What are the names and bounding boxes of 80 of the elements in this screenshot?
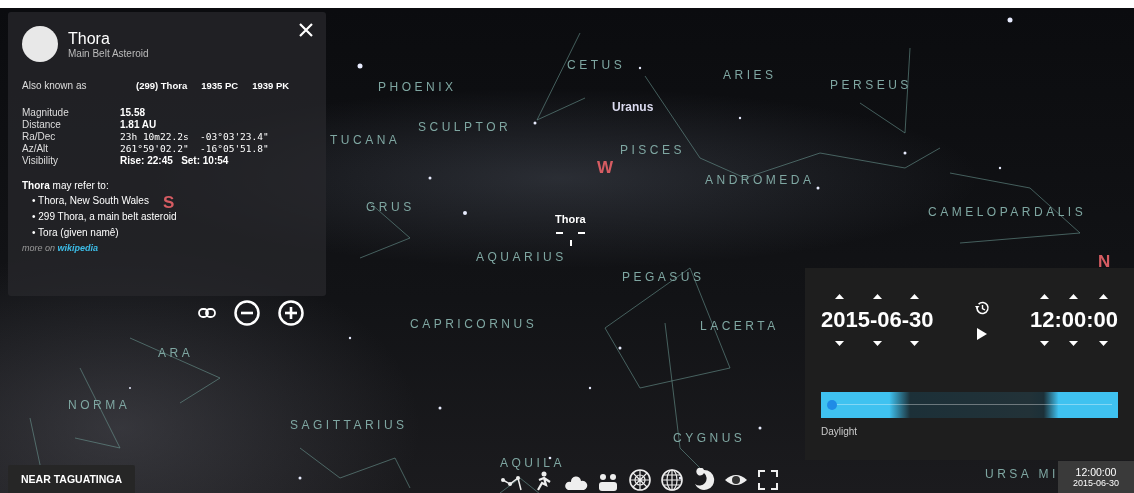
- target-reticle-icon: [556, 232, 586, 246]
- planet-label: Uranus: [612, 100, 654, 114]
- alias-name: 1939 PK: [252, 80, 290, 91]
- disambiguation-item: • Thora, New South Wales: [32, 194, 149, 208]
- object-title: Thora: [68, 29, 111, 48]
- property-value: 15.58: [120, 107, 147, 118]
- constellation-label: TUCANA: [330, 133, 401, 147]
- property-label: Distance: [22, 119, 62, 130]
- object-thumbnail: [22, 26, 58, 62]
- decrease-button[interactable]: [1098, 341, 1108, 346]
- increase-button[interactable]: [1098, 294, 1108, 299]
- property-value: 23h 10m22.2s -03°03'23.4": [120, 131, 270, 142]
- compass-direction-label: S: [163, 193, 175, 212]
- fullscreen-icon[interactable]: [756, 468, 780, 492]
- wikipedia-link[interactable]: wikipedia: [57, 243, 99, 253]
- globe-grid-icon[interactable]: [660, 468, 684, 492]
- disambiguation-text: Thora may refer to:: [22, 180, 110, 191]
- aliases-label: Also known as: [22, 80, 88, 91]
- constellation-label: ARIES: [723, 68, 777, 82]
- zoom-out-button[interactable]: [234, 300, 260, 326]
- decrease-button[interactable]: [872, 341, 882, 346]
- grid-wheel-icon[interactable]: [628, 468, 652, 492]
- alias-name: (299) Thora: [136, 80, 188, 91]
- slider-thumb[interactable]: [826, 400, 837, 410]
- alias-name: 1935 PC: [201, 80, 239, 91]
- constellation-label: PEGASUS: [622, 270, 705, 284]
- constellation-label: SCULPTOR: [418, 120, 512, 134]
- property-label: Magnitude: [22, 107, 70, 118]
- close-button[interactable]: [298, 22, 314, 38]
- increase-button[interactable]: [1069, 294, 1079, 299]
- increase-button[interactable]: [1040, 294, 1050, 299]
- constellation-label: CYGNUS: [673, 431, 746, 445]
- object-type: Main Belt Asteroid: [68, 47, 149, 59]
- constellation-label: AQUILA: [500, 456, 565, 470]
- constellation-label: ANDROMEDA: [705, 173, 815, 187]
- property-value: 1.81 AU: [120, 119, 158, 130]
- object-label: Thora: [555, 213, 586, 225]
- date-value: 2015-06-30: [821, 306, 934, 334]
- increase-button[interactable]: [835, 294, 845, 299]
- disambiguation-item: • Tora (given namê): [32, 226, 119, 240]
- constellation-label: PERSEUS: [830, 78, 912, 92]
- history-icon[interactable]: [973, 300, 990, 316]
- increase-button[interactable]: [910, 294, 920, 299]
- property-label: Az/Alt: [22, 143, 50, 154]
- constellation-label: PHOENIX: [378, 80, 457, 94]
- constellation-label: ARA: [158, 346, 194, 360]
- property-label: Visibility: [22, 155, 59, 166]
- constellation-label: URSA MI: [985, 467, 1059, 481]
- location-button[interactable]: NEAR TAGUATINGA: [8, 465, 136, 493]
- play-button[interactable]: [975, 328, 988, 340]
- constellation-label: AQUARIUS: [476, 250, 567, 264]
- zoom-in-button[interactable]: [278, 300, 304, 326]
- constellation-label: CAPRICORNUS: [410, 317, 538, 331]
- increase-button[interactable]: [872, 294, 882, 299]
- source-prefix: more on: [22, 243, 56, 253]
- disambiguation-item: • 299 Thora, a main belt asteroid: [32, 210, 177, 224]
- constellation-label: LACERTA: [700, 319, 779, 333]
- constellation-label: CETUS: [567, 58, 626, 72]
- compass-direction-label: W: [597, 158, 614, 178]
- time-value: 12:00:00: [1029, 306, 1118, 334]
- property-value: 261°59'02.2" -16°05'51.8": [120, 143, 270, 154]
- decrease-button[interactable]: [1040, 341, 1050, 346]
- clock-time: 12:00:00: [1075, 466, 1117, 478]
- clock-display[interactable]: 12:00:00 2015-06-30: [1058, 461, 1134, 493]
- daylight-slider[interactable]: [821, 392, 1118, 418]
- link-icon[interactable]: [198, 308, 216, 318]
- property-value: Rise: 22:45 Set: 10:54: [120, 155, 230, 166]
- constellation-label: SAGITTARIUS: [290, 418, 408, 432]
- constellation-label: PISCES: [620, 143, 685, 157]
- decrease-button[interactable]: [835, 341, 845, 346]
- clock-date: 2015-06-30: [1072, 478, 1119, 488]
- decrease-button[interactable]: [910, 341, 920, 346]
- property-label: Ra/Dec: [22, 131, 57, 142]
- swirl-icon[interactable]: [692, 468, 716, 492]
- slider-label: Daylight: [821, 426, 859, 437]
- constellation-label: GRUS: [366, 200, 415, 214]
- constellation-label: NORMA: [68, 398, 131, 412]
- decrease-button[interactable]: [1069, 341, 1079, 346]
- constellation-label: CAMELOPARDALIS: [928, 205, 1087, 219]
- compass-direction-label: N: [1098, 252, 1111, 272]
